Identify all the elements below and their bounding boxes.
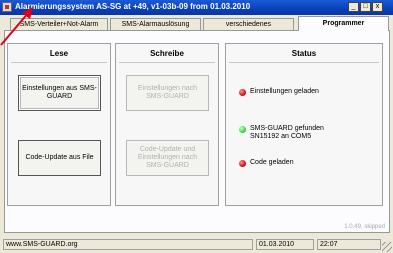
tab-programmer[interactable]: Programmer: [298, 16, 389, 31]
tab-sms-alarmausloesung[interactable]: SMS-Alarmauslösung: [110, 18, 201, 30]
status-panel: Status Einstellungen geladen SMS-GUARD g…: [225, 43, 383, 206]
programmer-tab-page: Lese Einstellungen aus SMS-GUARD Code-Up…: [4, 30, 390, 233]
minimize-button[interactable]: _: [348, 2, 359, 12]
schreibe-divider: [119, 62, 215, 63]
status-text: Code geladen: [250, 159, 294, 166]
title-bar[interactable]: Alarmierungssystem AS-SG at +49, v1-03b-…: [0, 0, 393, 15]
write-settings-button[interactable]: Einstellungen nach SMS-GUARD: [126, 75, 209, 111]
tab-strip: SMS-Verteiler+Not-Alarm SMS-Alarmauslösu…: [4, 16, 391, 31]
status-device-found: SMS-GUARD gefunden SN15192 an COM5: [239, 125, 324, 141]
status-title: Status: [291, 49, 317, 58]
version-label: 1.0.49, skipped: [344, 224, 385, 230]
status-code-loaded: Code geladen: [239, 159, 294, 167]
website-field: www.SMS-GUARD.org: [3, 239, 253, 250]
status-led-red-icon: [239, 160, 246, 167]
status-divider: [229, 62, 379, 63]
status-text: Einstellungen geladen: [250, 88, 319, 95]
app-window: Alarmierungssystem AS-SG at +49, v1-03b-…: [0, 0, 393, 253]
schreibe-title: Schreibe: [150, 49, 184, 58]
lese-panel: Lese Einstellungen aus SMS-GUARD Code-Up…: [7, 43, 111, 206]
date-field: 01.03.2010: [256, 239, 314, 250]
schreibe-panel: Schreibe Einstellungen nach SMS-GUARD Co…: [115, 43, 219, 206]
status-bar: www.SMS-GUARD.org 01.03.2010 22:07: [0, 236, 393, 253]
tab-verschiedenes[interactable]: verschiedenes: [203, 18, 294, 30]
time-field: 22:07: [317, 239, 381, 250]
status-led-green-icon: [239, 126, 246, 133]
status-settings-loaded: Einstellungen geladen: [239, 88, 319, 96]
read-code-update-button[interactable]: Code-Update aus File: [18, 140, 101, 176]
resize-grip-icon[interactable]: [382, 242, 392, 252]
status-text: SMS-GUARD gefunden SN15192 an COM5: [250, 125, 324, 140]
window-title: Alarmierungssystem AS-SG at +49, v1-03b-…: [15, 2, 251, 11]
status-led-red-icon: [239, 89, 246, 96]
write-code-update-button[interactable]: Code-Update und Einstellungen nach SMS-G…: [126, 140, 209, 176]
close-button[interactable]: x: [372, 2, 383, 12]
red-arrow-annotation-icon: [0, 7, 33, 46]
lese-title: Lese: [49, 49, 69, 58]
lese-divider: [11, 62, 107, 63]
read-settings-button[interactable]: Einstellungen aus SMS-GUARD: [18, 75, 101, 111]
maximize-button[interactable]: □: [360, 2, 371, 12]
